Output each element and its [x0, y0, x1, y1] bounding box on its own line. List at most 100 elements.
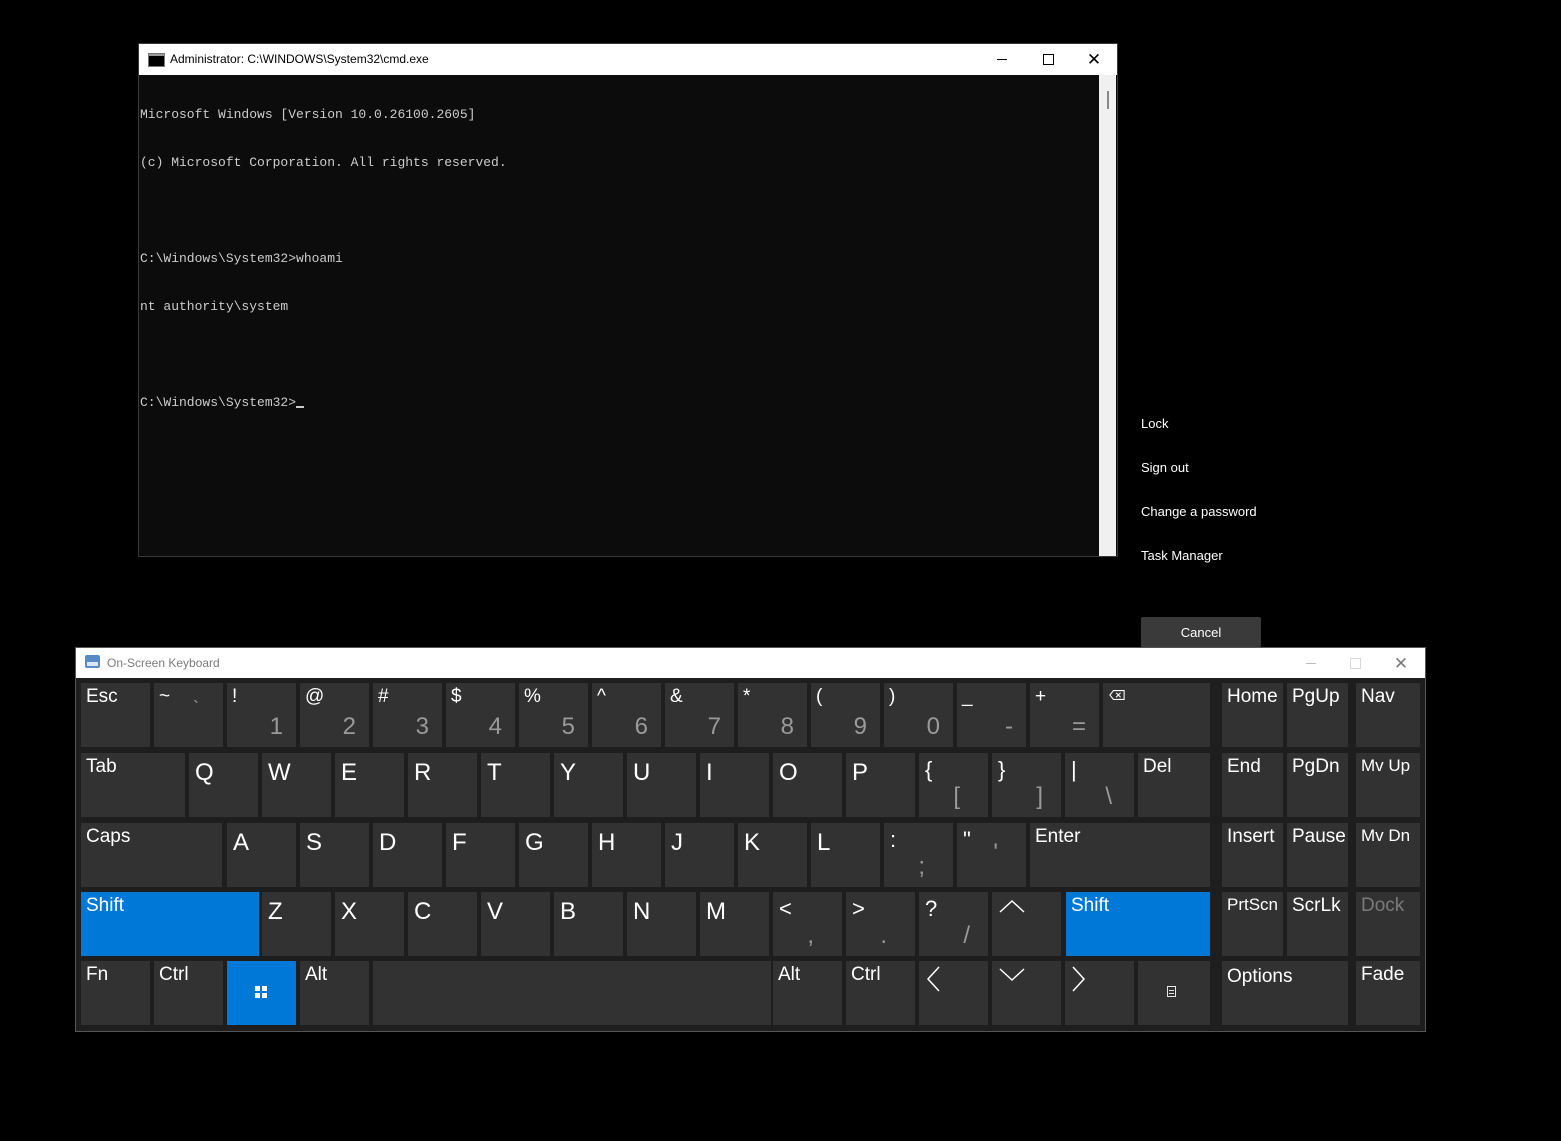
- key-a[interactable]: A: [227, 823, 296, 887]
- key-options[interactable]: Options: [1222, 961, 1348, 1025]
- key-e[interactable]: E: [335, 753, 404, 817]
- key-tilde[interactable]: ~ `: [154, 683, 223, 747]
- close-button[interactable]: ✕: [1071, 44, 1117, 75]
- key-esc[interactable]: Esc: [81, 683, 150, 747]
- key-d[interactable]: D: [373, 823, 442, 887]
- change-password-option[interactable]: Change a password: [1141, 504, 1257, 519]
- key-backslash[interactable]: | \: [1065, 753, 1134, 817]
- key-comma[interactable]: <,: [773, 892, 842, 956]
- key-1[interactable]: ! 1: [227, 683, 296, 747]
- key-n[interactable]: N: [627, 892, 696, 956]
- key-6[interactable]: ^ 6: [592, 683, 661, 747]
- key-right-shift[interactable]: Shift: [1066, 892, 1210, 956]
- key-fn[interactable]: Fn: [81, 961, 150, 1025]
- minimize-button[interactable]: [979, 44, 1025, 75]
- key-menu[interactable]: [1138, 961, 1210, 1025]
- key-tab[interactable]: Tab: [81, 753, 185, 817]
- key-pgdn[interactable]: PgDn: [1287, 753, 1348, 817]
- on-screen-keyboard-window[interactable]: On-Screen Keyboard ✕ Esc ~ ` ! 1 @2 #3 $4 …: [76, 648, 1425, 1031]
- key-home[interactable]: Home: [1222, 683, 1283, 747]
- key-up-arrow[interactable]: [992, 892, 1061, 956]
- cancel-button[interactable]: Cancel: [1141, 617, 1261, 648]
- key-period[interactable]: >.: [846, 892, 915, 956]
- key-c[interactable]: C: [408, 892, 477, 956]
- key-left-shift[interactable]: Shift: [81, 892, 259, 956]
- key-scrlk[interactable]: ScrLk: [1287, 892, 1348, 956]
- key-i[interactable]: I: [700, 753, 769, 817]
- osk-close-button[interactable]: ✕: [1378, 648, 1424, 678]
- key-l[interactable]: L: [811, 823, 880, 887]
- key-m[interactable]: M: [700, 892, 769, 956]
- key-3[interactable]: #3: [373, 683, 442, 747]
- key-q[interactable]: Q: [189, 753, 258, 817]
- key-fade[interactable]: Fade: [1356, 961, 1420, 1025]
- right-arrow-icon: [1072, 966, 1086, 992]
- key-8[interactable]: * 8: [738, 683, 807, 747]
- key-space[interactable]: [373, 961, 771, 1025]
- key-del[interactable]: Del: [1138, 753, 1210, 817]
- key-left-arrow[interactable]: [919, 961, 988, 1025]
- key-g[interactable]: G: [519, 823, 588, 887]
- console-line: (c) Microsoft Corporation. All rights re…: [140, 155, 507, 170]
- key-left-alt[interactable]: Alt: [300, 961, 369, 1025]
- scrollbar-thumb[interactable]: [1107, 91, 1109, 109]
- key-nav[interactable]: Nav: [1356, 683, 1420, 747]
- key-z[interactable]: Z: [262, 892, 331, 956]
- key-equals[interactable]: + =: [1030, 683, 1099, 747]
- console-scrollbar[interactable]: [1099, 75, 1116, 556]
- sign-out-option[interactable]: Sign out: [1141, 460, 1189, 475]
- key-j[interactable]: J: [665, 823, 734, 887]
- key-x[interactable]: X: [335, 892, 404, 956]
- key-backspace[interactable]: [1103, 683, 1210, 747]
- key-o[interactable]: O: [773, 753, 842, 817]
- key-enter[interactable]: Enter: [1030, 823, 1210, 887]
- lock-option[interactable]: Lock: [1141, 416, 1168, 431]
- key-slash[interactable]: ? /: [919, 892, 988, 956]
- cmd-titlebar[interactable]: Administrator: C:\WINDOWS\System32\cmd.e…: [139, 44, 1117, 75]
- key-b[interactable]: B: [554, 892, 623, 956]
- key-y[interactable]: Y: [554, 753, 623, 817]
- key-0[interactable]: ) 0: [884, 683, 953, 747]
- key-r[interactable]: R: [408, 753, 477, 817]
- key-u[interactable]: U: [627, 753, 696, 817]
- maximize-button[interactable]: [1025, 44, 1071, 75]
- key-caps[interactable]: Caps: [81, 823, 222, 887]
- key-windows[interactable]: [227, 961, 296, 1025]
- up-arrow-icon: [999, 899, 1025, 913]
- key-5[interactable]: % 5: [519, 683, 588, 747]
- key-4[interactable]: $4: [446, 683, 515, 747]
- key-mv-up[interactable]: Mv Up: [1356, 753, 1420, 817]
- key-prtscn[interactable]: PrtScn: [1222, 892, 1283, 956]
- key-f[interactable]: F: [446, 823, 515, 887]
- key-right-arrow[interactable]: [1065, 961, 1134, 1025]
- cmd-window[interactable]: Administrator: C:\WINDOWS\System32\cmd.e…: [139, 44, 1117, 556]
- task-manager-option[interactable]: Task Manager: [1141, 548, 1223, 563]
- key-t[interactable]: T: [481, 753, 550, 817]
- key-9[interactable]: (9: [811, 683, 880, 747]
- key-k[interactable]: K: [738, 823, 807, 887]
- key-s[interactable]: S: [300, 823, 369, 887]
- key-end[interactable]: End: [1222, 753, 1283, 817]
- key-right-alt[interactable]: Alt: [773, 961, 842, 1025]
- key-pgup[interactable]: PgUp: [1287, 683, 1348, 747]
- key-left-ctrl[interactable]: Ctrl: [154, 961, 223, 1025]
- console-output[interactable]: Microsoft Windows [Version 10.0.26100.26…: [140, 75, 1098, 555]
- key-mv-dn[interactable]: Mv Dn: [1356, 823, 1420, 887]
- key-left-bracket[interactable]: {[: [919, 753, 988, 817]
- key-w[interactable]: W: [262, 753, 331, 817]
- key-quote[interactable]: " ': [957, 823, 1026, 887]
- key-v[interactable]: V: [481, 892, 550, 956]
- key-right-bracket[interactable]: }]: [992, 753, 1061, 817]
- key-pause[interactable]: Pause: [1287, 823, 1348, 887]
- key-right-ctrl[interactable]: Ctrl: [846, 961, 915, 1025]
- key-minus[interactable]: _ -: [957, 683, 1026, 747]
- osk-minimize-button[interactable]: [1288, 648, 1334, 678]
- key-semicolon[interactable]: :;: [884, 823, 953, 887]
- key-down-arrow[interactable]: [992, 961, 1061, 1025]
- key-h[interactable]: H: [592, 823, 661, 887]
- osk-titlebar[interactable]: On-Screen Keyboard ✕: [76, 648, 1425, 678]
- key-insert[interactable]: Insert: [1222, 823, 1283, 887]
- key-p[interactable]: P: [846, 753, 915, 817]
- key-2[interactable]: @2: [300, 683, 369, 747]
- key-7[interactable]: & 7: [665, 683, 734, 747]
